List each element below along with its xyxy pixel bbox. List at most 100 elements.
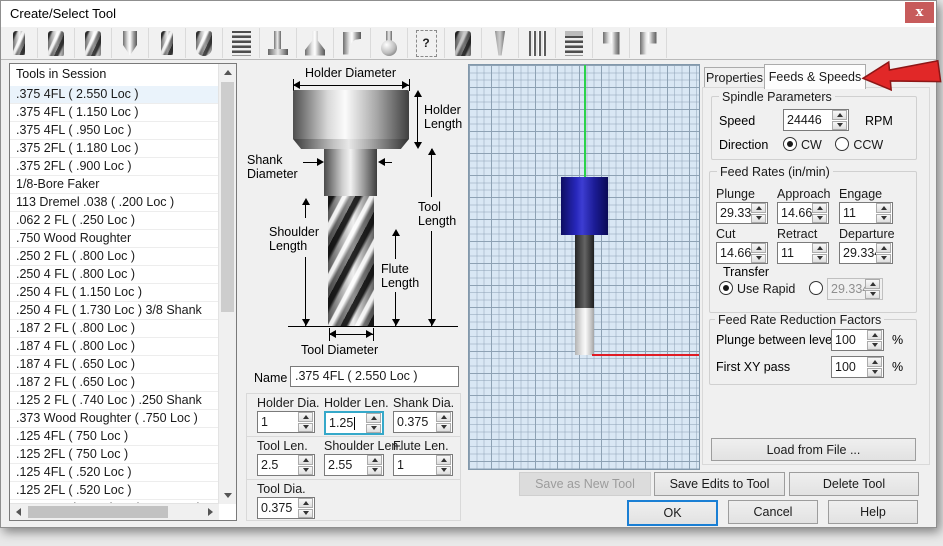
list-item[interactable]: .125 4FL ( .520 Loc )	[10, 464, 219, 482]
spin-down-icon[interactable]	[366, 424, 381, 434]
list-item[interactable]: .373 Wood Roughter ( .750 Loc )	[10, 410, 219, 428]
ccw-radio[interactable]	[835, 137, 849, 151]
spin-up-icon[interactable]	[832, 110, 847, 120]
spin-down-icon[interactable]	[298, 466, 313, 476]
shoulder-len-spinner[interactable]: 2.55	[324, 454, 384, 476]
thread-mill-button[interactable]	[223, 28, 260, 58]
drill-button[interactable]	[112, 28, 149, 58]
spin-up-icon[interactable]	[812, 203, 827, 213]
tool-name-input[interactable]: .375 4FL ( 2.550 Loc )	[290, 366, 459, 387]
spin-down-icon[interactable]	[751, 254, 766, 264]
ok-button[interactable]: OK	[627, 500, 718, 526]
delete-tool-button[interactable]: Delete Tool	[789, 472, 919, 496]
spin-down-icon[interactable]	[298, 509, 313, 519]
tool-dia-spinner[interactable]: 0.375	[257, 497, 315, 519]
endmill-dark-button[interactable]	[445, 28, 482, 58]
spin-down-icon[interactable]	[832, 121, 847, 131]
spin-up-icon[interactable]	[812, 243, 827, 253]
corner-radius-right-button[interactable]	[630, 28, 667, 58]
close-button[interactable]: x	[905, 2, 934, 23]
spin-up-icon[interactable]	[298, 412, 313, 422]
spin-down-icon[interactable]	[436, 423, 451, 433]
spin-up-icon[interactable]	[867, 330, 882, 340]
list-item[interactable]: 1/8-Bore Faker	[10, 176, 219, 194]
spin-down-icon[interactable]	[298, 423, 313, 433]
spin-up-icon[interactable]	[867, 357, 882, 367]
list-item[interactable]: .375 2FL ( .900 Loc )	[10, 158, 219, 176]
retract-spinner[interactable]: 11	[777, 242, 829, 264]
plunge-between-levels-spinner[interactable]: 100	[831, 329, 884, 351]
lollipop-button[interactable]	[371, 28, 408, 58]
tool-len-spinner[interactable]: 2.5	[257, 454, 315, 476]
straight-flute-button[interactable]	[519, 28, 556, 58]
tool-preview-viewport[interactable]	[468, 64, 700, 470]
list-item[interactable]: .125 2FL ( 750 Loc )	[10, 446, 219, 464]
list-item[interactable]: .375 4FL ( 2.550 Loc )	[10, 86, 219, 104]
cut-spinner[interactable]: 14.667	[716, 242, 768, 264]
save-edits-to-tool-button[interactable]: Save Edits to Tool	[654, 472, 785, 496]
corner-round-button[interactable]	[334, 28, 371, 58]
endmill-3flute-button[interactable]	[38, 28, 75, 58]
list-item[interactable]: .250 4 FL ( 1.730 Loc ) 3/8 Shank	[10, 302, 219, 320]
list-item[interactable]: .125 2FL ( .520 Loc )	[10, 482, 219, 500]
spin-up-icon[interactable]	[366, 413, 381, 423]
spindle-speed-spinner[interactable]: 24446	[783, 109, 849, 131]
flute-len-spinner[interactable]: 1	[393, 454, 453, 476]
spin-down-icon[interactable]	[812, 254, 827, 264]
scroll-left-icon[interactable]	[10, 504, 27, 520]
endmill-2flute-button[interactable]	[1, 28, 38, 58]
scroll-down-icon[interactable]	[219, 487, 236, 504]
list-item[interactable]: .375 4FL ( 1.150 Loc )	[10, 104, 219, 122]
cw-radio[interactable]	[783, 137, 797, 151]
spin-up-icon[interactable]	[876, 243, 891, 253]
list-item[interactable]: .187 4 FL ( .800 Loc )	[10, 338, 219, 356]
t-slot-cutter-button[interactable]	[260, 28, 297, 58]
engage-spinner[interactable]: 11	[839, 202, 893, 224]
spin-down-icon[interactable]	[436, 466, 451, 476]
list-item[interactable]: .250 4 FL ( 1.150 Loc )	[10, 284, 219, 302]
list-item[interactable]: .187 4 FL ( .650 Loc )	[10, 356, 219, 374]
load-from-file-button[interactable]: Load from File ...	[711, 438, 916, 461]
cancel-button[interactable]: Cancel	[728, 500, 818, 524]
scroll-up-icon[interactable]	[219, 64, 236, 81]
spin-up-icon[interactable]	[436, 412, 451, 422]
list-item[interactable]: .375 2FL ( 1.180 Loc )	[10, 140, 219, 158]
list-item[interactable]: .750 Wood Roughter	[10, 230, 219, 248]
approach-spinner[interactable]: 14.667	[777, 202, 829, 224]
spin-up-icon[interactable]	[367, 455, 382, 465]
spin-down-icon[interactable]	[876, 214, 891, 224]
tap-button[interactable]	[556, 28, 593, 58]
list-item[interactable]: .062 2 FL ( .250 Loc )	[10, 212, 219, 230]
spin-down-icon[interactable]	[867, 341, 882, 351]
use-rapid-radio[interactable]	[719, 281, 733, 295]
spin-down-icon[interactable]	[751, 214, 766, 224]
list-item[interactable]: .250 2 FL ( .800 Loc )	[10, 248, 219, 266]
shank-dia-spinner[interactable]: 0.375	[393, 411, 453, 433]
horizontal-scroll-thumb[interactable]	[28, 506, 168, 518]
tab-properties[interactable]: Properties	[704, 67, 765, 88]
holder-len-spinner[interactable]: 1.25	[324, 411, 384, 435]
spin-down-icon[interactable]	[876, 254, 891, 264]
plunge-spinner[interactable]: 29.334	[716, 202, 768, 224]
help-button[interactable]: Help	[828, 500, 918, 524]
list-item[interactable]: .125 2 FL ( .740 Loc ) .250 Shank	[10, 392, 219, 410]
ballnose-large-button[interactable]	[186, 28, 223, 58]
list-item[interactable]: .187 2 FL ( .800 Loc )	[10, 320, 219, 338]
spin-up-icon[interactable]	[298, 455, 313, 465]
spin-up-icon[interactable]	[751, 203, 766, 213]
spin-up-icon[interactable]	[751, 243, 766, 253]
countersink-button[interactable]	[297, 28, 334, 58]
spin-down-icon[interactable]	[367, 466, 382, 476]
vertical-scrollbar[interactable]	[218, 64, 236, 504]
set-radio[interactable]	[809, 281, 823, 295]
list-item[interactable]: 113 Dremel .038 ( .200 Loc )	[10, 194, 219, 212]
list-item[interactable]: .250 4 FL ( .800 Loc )	[10, 266, 219, 284]
list-item[interactable]: .125 4FL ( 750 Loc )	[10, 428, 219, 446]
spin-up-icon[interactable]	[436, 455, 451, 465]
spin-up-icon[interactable]	[876, 203, 891, 213]
ballnose-small-button[interactable]	[149, 28, 186, 58]
list-item[interactable]: .187 2 FL ( .650 Loc )	[10, 374, 219, 392]
scroll-right-icon[interactable]	[202, 504, 219, 520]
spin-up-icon[interactable]	[298, 498, 313, 508]
list-item[interactable]: .375 4FL ( .950 Loc )	[10, 122, 219, 140]
